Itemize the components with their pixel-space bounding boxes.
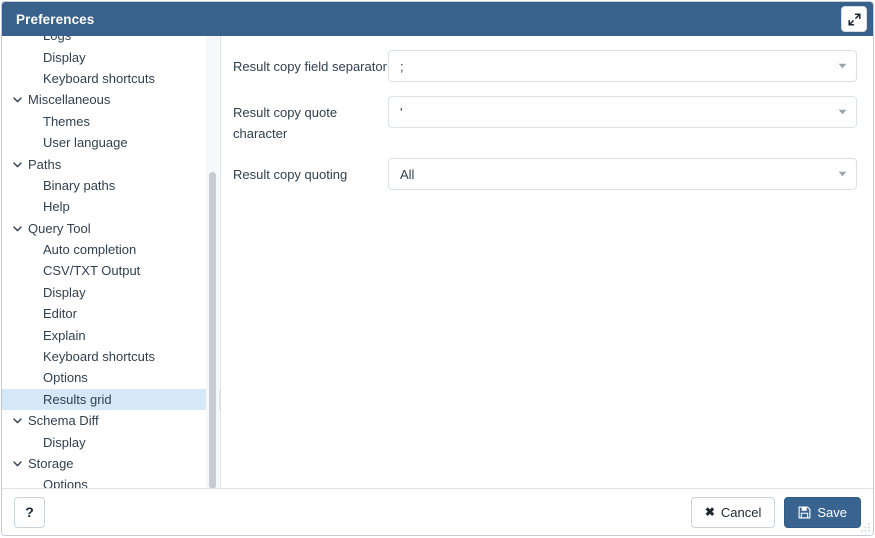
sidebar-item-explain[interactable]: Explain [2,324,220,345]
floppy-disk-icon [798,506,811,519]
resize-grip[interactable] [860,522,871,533]
dropdown-result-copy-field-separator[interactable]: ; [388,50,857,82]
sidebar-scrollbar-thumb[interactable] [209,172,216,488]
sidebar-item-csv-txt-output[interactable]: CSV/TXT Output [2,260,220,281]
sidebar-item-results-grid[interactable]: Results grid [2,388,220,411]
sidebar-item-label: Binary paths [43,177,116,193]
sidebar-item-label: Display [43,284,86,300]
preferences-dialog: Preferences Logs Display Keyboard shortcut… [1,1,874,536]
question-mark-icon: ? [25,504,34,520]
sidebar-item-label: Schema Diff [28,413,99,429]
sidebar-item-user-language[interactable]: User language [2,132,220,153]
dialog-body: Logs Display Keyboard shortcuts Miscellaneo… [2,36,873,488]
sidebar-item-label: Auto completion [43,242,137,258]
select-wrapper-result-copy-field-separator: ; [388,50,857,82]
cancel-button[interactable]: ✖ Cancel [690,496,776,528]
save-button[interactable]: Save [784,496,861,528]
preferences-sidebar: Logs Display Keyboard shortcuts Miscellaneo… [2,36,221,488]
chevron-down-icon[interactable] [11,158,24,171]
sidebar-item-logs[interactable]: Logs [2,36,220,46]
sidebar-item-label: Explain [43,327,86,343]
select-wrapper-result-copy-quoting: All [388,158,857,190]
form-row-result-copy-quoting: Result copy quoting All [233,158,857,190]
sidebar-item-schema-diff[interactable]: Schema Diff [2,410,220,431]
sidebar-item-display[interactable]: Display [2,46,220,67]
form-row-result-copy-quote-character: Result copy quote character ' [233,96,857,144]
dialog-titlebar: Preferences [2,2,873,36]
sidebar-item-label: Query Tool [28,220,91,236]
sidebar-item-label: Miscellaneous [28,92,111,108]
expand-diagonal-icon [847,12,861,26]
sidebar-item-binary-paths[interactable]: Binary paths [2,175,220,196]
dialog-title: Preferences [16,11,95,27]
chevron-down-icon[interactable] [11,93,24,106]
sidebar-item-paths[interactable]: Paths [2,153,220,174]
sidebar-item-label: Logs [43,36,71,42]
sidebar-item-label: Options [43,370,88,386]
sidebar-item-label: Options [43,477,88,488]
sidebar-item-label: Keyboard shortcuts [43,349,156,365]
sidebar-item-display[interactable]: Display [2,282,220,303]
cancel-button-label: Cancel [720,504,762,520]
sidebar-item-label: Display [43,434,86,450]
sidebar-item-label: User language [43,135,128,151]
sidebar-item-auto-completion[interactable]: Auto completion [2,239,220,260]
chevron-down-icon[interactable] [11,457,24,470]
form-row-result-copy-field-separator: Result copy field separator; [233,50,857,82]
sidebar-item-label: Keyboard shortcuts [43,70,156,86]
chevron-down-icon[interactable] [11,414,24,427]
sidebar-item-label: CSV/TXT Output [43,263,141,279]
sidebar-item-options[interactable]: Options [2,367,220,388]
label-result-copy-quoting: Result copy quoting [233,167,348,182]
preferences-tree: Logs Display Keyboard shortcuts Miscellaneo… [2,36,220,488]
sidebar-item-help[interactable]: Help [2,196,220,217]
sidebar-item-label: Paths [28,156,62,172]
dropdown-result-copy-quote-character[interactable]: ' [388,96,857,128]
sidebar-item-label: Display [43,49,86,65]
label-result-copy-field-separator: Result copy field separator [233,59,387,74]
sidebar-item-label: Editor [43,306,77,322]
sidebar-item-miscellaneous[interactable]: Miscellaneous [2,89,220,110]
save-button-label: Save [817,504,847,520]
select-wrapper-result-copy-quote-character: ' [388,96,857,128]
settings-panel: Result copy field separator; Result copy … [221,36,873,488]
sidebar-item-display[interactable]: Display [2,431,220,452]
sidebar-item-keyboard-shortcuts[interactable]: Keyboard shortcuts [2,68,220,89]
sidebar-item-keyboard-shortcuts[interactable]: Keyboard shortcuts [2,346,220,367]
help-button[interactable]: ? [14,496,45,528]
sidebar-item-label: Results grid [43,391,112,407]
chevron-down-icon[interactable] [11,222,24,235]
sidebar-scrollbar-track[interactable] [206,36,219,488]
sidebar-item-label: Help [43,199,70,215]
maximize-button[interactable] [841,6,867,32]
sidebar-item-query-tool[interactable]: Query Tool [2,218,220,239]
sidebar-item-editor[interactable]: Editor [2,303,220,324]
dialog-footer: ? ✖ Cancel Save [2,488,873,535]
dropdown-result-copy-quoting[interactable]: All [388,158,857,190]
sidebar-item-label: Themes [43,113,90,129]
sidebar-item-themes[interactable]: Themes [2,111,220,132]
close-x-icon: ✖ [704,505,715,519]
sidebar-item-label: Storage [28,456,74,471]
sidebar-item-storage[interactable]: Storage [2,453,220,474]
sidebar-item-options[interactable]: Options [2,474,220,488]
label-result-copy-quote-character: Result copy quote character [233,105,338,141]
